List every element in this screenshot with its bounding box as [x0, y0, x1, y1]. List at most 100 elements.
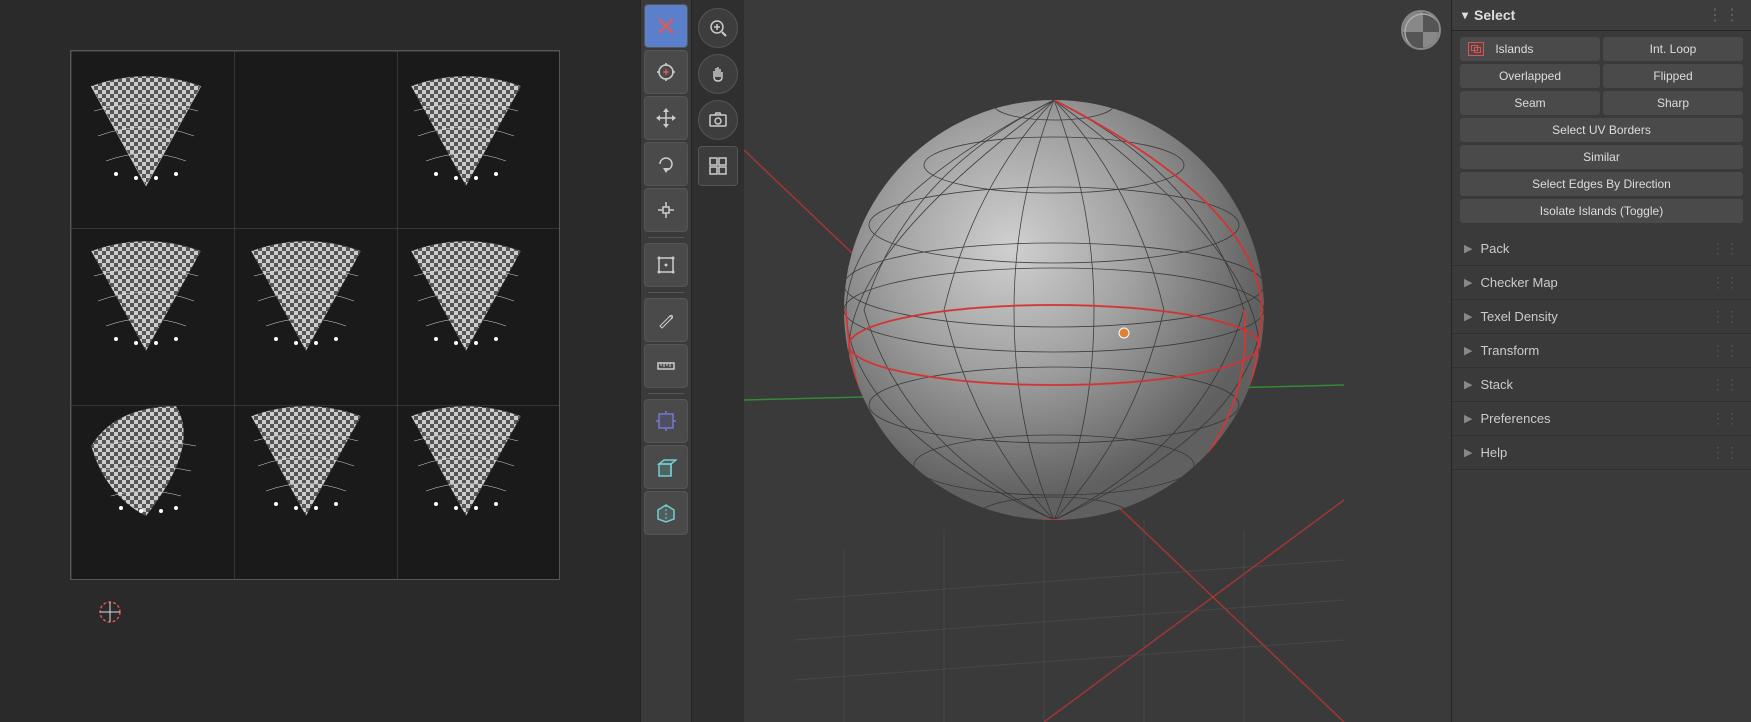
crosshair-indicator [95, 597, 125, 627]
uv-island-5 [401, 226, 531, 366]
select-section-title: ▾ Select [1462, 7, 1515, 23]
int-loop-button[interactable]: Int. Loop [1603, 37, 1743, 61]
section-dots: ⋮⋮ [1707, 5, 1741, 25]
overlapped-flipped-row: Overlapped Flipped [1460, 64, 1743, 88]
texel-density-dots: ⋮⋮ [1711, 308, 1739, 325]
select-edges-by-direction-button[interactable]: Select Edges By Direction [1460, 172, 1743, 196]
transform-row-label: ▶ Transform [1464, 343, 1539, 358]
annotate-tool-button[interactable] [644, 298, 688, 342]
move-tool-button[interactable] [644, 96, 688, 140]
stack-label: Stack [1480, 377, 1513, 392]
select-section-content: Islands Int. Loop Overlapped Flipped Sea… [1452, 31, 1751, 232]
transform-tool-button[interactable] [644, 243, 688, 287]
pack-chevron: ▶ [1464, 242, 1472, 255]
texel-density-row-label: ▶ Texel Density [1464, 309, 1558, 324]
select-edges-by-direction-row: Select Edges By Direction [1460, 172, 1743, 196]
pack-label: Pack [1480, 241, 1509, 256]
uv-canvas[interactable] [0, 0, 640, 722]
zoom-in-button[interactable] [698, 8, 738, 48]
camera-button[interactable] [698, 100, 738, 140]
checker-map-label: Checker Map [1480, 275, 1557, 290]
isolate-islands-button[interactable]: Isolate Islands (Toggle) [1460, 199, 1743, 223]
isolate-islands-label: Isolate Islands (Toggle) [1540, 204, 1663, 218]
transform-chevron: ▶ [1464, 344, 1472, 357]
uv-editor-panel [0, 0, 640, 722]
sidebar-panel: ▾ Select ⋮⋮ Islands Int. Loop Overlapped… [1451, 0, 1751, 722]
islands-icon [1468, 42, 1484, 56]
help-chevron: ▶ [1464, 446, 1472, 459]
texel-density-section-row[interactable]: ▶ Texel Density ⋮⋮ [1452, 300, 1751, 334]
checker-overlay-button[interactable] [1401, 10, 1441, 50]
toolbar-separator-3 [648, 393, 684, 394]
checker-map-section-row[interactable]: ▶ Checker Map ⋮⋮ [1452, 266, 1751, 300]
int-loop-label: Int. Loop [1650, 42, 1697, 56]
similar-row: Similar [1460, 145, 1743, 169]
help-dots: ⋮⋮ [1711, 444, 1739, 461]
stack-section-row[interactable]: ▶ Stack ⋮⋮ [1452, 368, 1751, 402]
viewport-3d[interactable] [744, 0, 1451, 722]
uv-island-6 [81, 391, 211, 531]
scale-tool-button[interactable] [644, 188, 688, 232]
flipped-button[interactable]: Flipped [1603, 64, 1743, 88]
alt-cube-tool-button[interactable] [644, 491, 688, 535]
select-section-header[interactable]: ▾ Select ⋮⋮ [1452, 0, 1751, 31]
uv-grid [70, 50, 560, 580]
chevron-down-icon: ▾ [1462, 8, 1468, 22]
add-tool-button[interactable] [644, 399, 688, 443]
preferences-chevron: ▶ [1464, 412, 1472, 425]
uv-island-3 [81, 226, 211, 366]
overlapped-label: Overlapped [1499, 69, 1561, 83]
select-uv-borders-button[interactable]: Select UV Borders [1460, 118, 1743, 142]
preferences-label: Preferences [1480, 411, 1550, 426]
pan-button[interactable] [698, 54, 738, 94]
shader-button[interactable] [698, 146, 738, 186]
select-tool-button[interactable] [644, 4, 688, 48]
texel-density-chevron: ▶ [1464, 310, 1472, 323]
seam-sharp-row: Seam Sharp [1460, 91, 1743, 115]
transform-label: Transform [1480, 343, 1539, 358]
help-section-row[interactable]: ▶ Help ⋮⋮ [1452, 436, 1751, 470]
sphere-object [814, 55, 1294, 575]
help-label: Help [1480, 445, 1507, 460]
preferences-dots: ⋮⋮ [1711, 410, 1739, 427]
checker-map-row-label: ▶ Checker Map [1464, 275, 1558, 290]
sharp-button[interactable]: Sharp [1603, 91, 1743, 115]
measure-tool-button[interactable] [644, 344, 688, 388]
stack-dots: ⋮⋮ [1711, 376, 1739, 393]
cube-tool-button[interactable] [644, 445, 688, 489]
islands-button[interactable]: Islands [1460, 37, 1600, 61]
select-uv-borders-label: Select UV Borders [1552, 123, 1651, 137]
seam-label: Seam [1514, 96, 1545, 110]
sharp-label: Sharp [1657, 96, 1689, 110]
texel-density-label: Texel Density [1480, 309, 1557, 324]
transform-section-row[interactable]: ▶ Transform ⋮⋮ [1452, 334, 1751, 368]
help-row-label: ▶ Help [1464, 445, 1507, 460]
toolbar [640, 0, 692, 722]
toolbar-separator-2 [648, 292, 684, 293]
pack-dots: ⋮⋮ [1711, 240, 1739, 257]
select-edges-by-direction-label: Select Edges By Direction [1532, 177, 1671, 191]
preferences-section-row[interactable]: ▶ Preferences ⋮⋮ [1452, 402, 1751, 436]
stack-row-label: ▶ Stack [1464, 377, 1513, 392]
transform-dots: ⋮⋮ [1711, 342, 1739, 359]
viewport-overlay-controls [1401, 10, 1441, 50]
select-uv-borders-row: Select UV Borders [1460, 118, 1743, 142]
overlapped-button[interactable]: Overlapped [1460, 64, 1600, 88]
islands-intloop-row: Islands Int. Loop [1460, 37, 1743, 61]
rotate-tool-button[interactable] [644, 142, 688, 186]
checker-map-chevron: ▶ [1464, 276, 1472, 289]
flipped-label: Flipped [1653, 69, 1692, 83]
cursor-tool-button[interactable] [644, 50, 688, 94]
uv-island-8 [401, 391, 531, 531]
toolbar-separator-1 [648, 237, 684, 238]
similar-button[interactable]: Similar [1460, 145, 1743, 169]
viewport-header-icons [692, 0, 744, 722]
isolate-islands-row: Isolate Islands (Toggle) [1460, 199, 1743, 223]
checker-map-dots: ⋮⋮ [1711, 274, 1739, 291]
uv-island-7 [241, 391, 371, 531]
seam-button[interactable]: Seam [1460, 91, 1600, 115]
preferences-row-label: ▶ Preferences [1464, 411, 1551, 426]
uv-island-2 [401, 61, 531, 201]
uv-island-1 [81, 61, 211, 201]
pack-section-row[interactable]: ▶ Pack ⋮⋮ [1452, 232, 1751, 266]
